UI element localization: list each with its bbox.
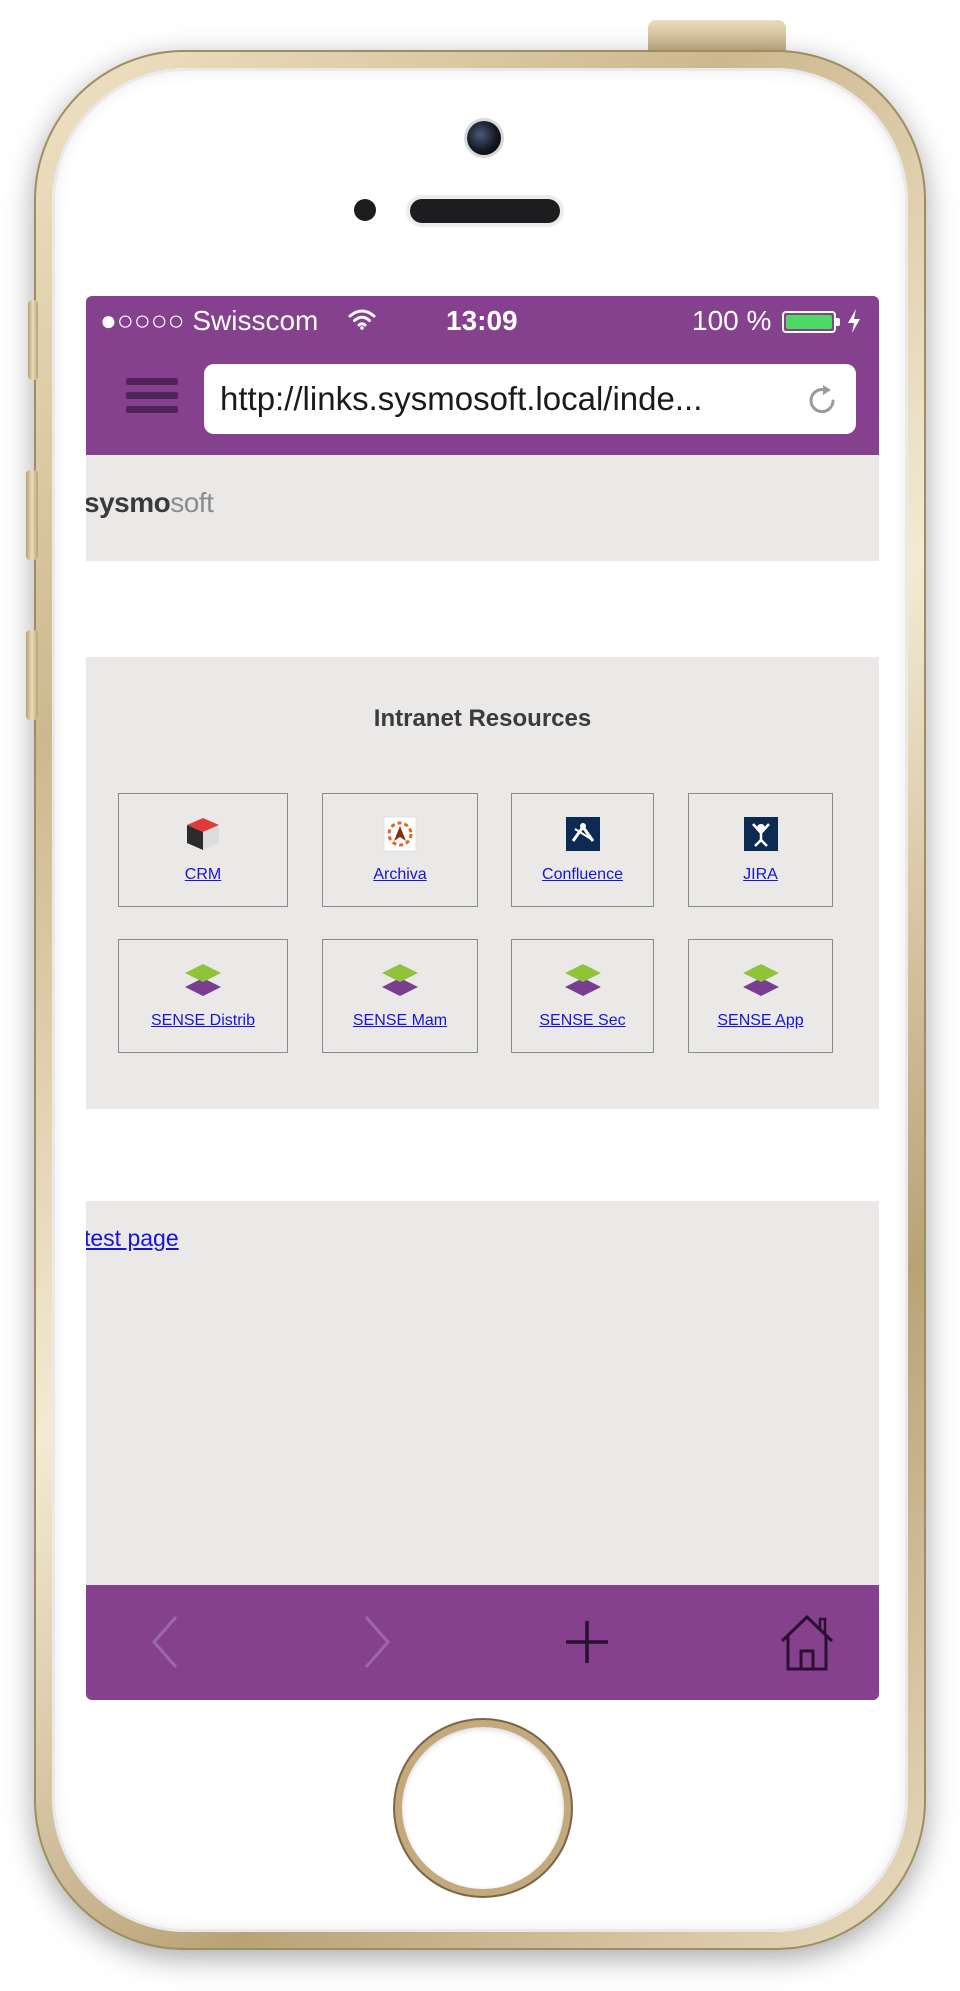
browser-toolbar: http://links.sysmosoft.local/inde... — [86, 348, 879, 455]
earpiece-speaker — [410, 199, 560, 223]
jira-icon — [743, 817, 778, 851]
mute-switch[interactable] — [28, 300, 38, 380]
home-button[interactable] — [402, 1727, 564, 1889]
battery-percent: 100 % — [692, 305, 772, 336]
tile-label: JIRA — [743, 866, 778, 883]
web-page: sysmosoft Intranet Resources CRM Archiva… — [86, 455, 879, 1585]
proximity-sensor — [354, 199, 376, 221]
tile-label: SENSE Distrib — [150, 1012, 256, 1029]
test-page-link[interactable]: test page — [86, 1225, 179, 1252]
volume-down-button[interactable] — [26, 630, 38, 720]
screen: ●○○○○ Swisscom 13:09 100 % http://links.… — [86, 296, 879, 1700]
spacer-band — [86, 561, 879, 657]
tile-label: SENSE Sec — [539, 1012, 626, 1029]
reload-icon[interactable] — [806, 383, 840, 417]
archiva-icon — [383, 816, 417, 852]
sense-layers-icon — [742, 964, 779, 996]
tile-label: Confluence — [542, 866, 623, 883]
front-camera — [467, 121, 501, 155]
intranet-resources-section: Intranet Resources CRM Archiva Confluenc… — [86, 657, 879, 1109]
confluence-icon — [565, 817, 600, 851]
charging-icon — [848, 309, 860, 333]
tile-sense-sec[interactable]: SENSE Sec — [511, 939, 654, 1053]
tile-label: SENSE App — [717, 1012, 804, 1029]
logo-text-light: soft — [170, 487, 214, 518]
battery-icon — [782, 311, 840, 333]
forward-icon[interactable] — [344, 1611, 406, 1673]
browser-bottom-bar — [86, 1585, 879, 1700]
carrier-label: ●○○○○ Swisscom — [100, 305, 319, 336]
tile-archiva[interactable]: Archiva — [322, 793, 478, 907]
url-text: http://links.sysmosoft.local/inde... — [220, 380, 703, 417]
sense-layers-icon — [185, 964, 221, 996]
header-band: sysmosoft — [86, 455, 879, 561]
menu-icon[interactable] — [126, 378, 178, 418]
spacer-band — [86, 1109, 879, 1201]
tile-confluence[interactable]: Confluence — [511, 793, 654, 907]
clock: 13:09 — [446, 305, 518, 336]
logo-text-bold: sysmo — [86, 487, 171, 518]
tile-label: Archiva — [373, 866, 427, 883]
tile-label: SENSE Mam — [352, 1012, 448, 1029]
volume-up-button[interactable] — [26, 470, 38, 560]
tile-crm[interactable]: CRM — [118, 793, 288, 907]
home-icon[interactable] — [776, 1611, 838, 1673]
add-tab-icon[interactable] — [556, 1611, 618, 1673]
tile-sense-distrib[interactable]: SENSE Distrib — [118, 939, 288, 1053]
sense-layers-icon — [564, 964, 601, 996]
url-field[interactable]: http://links.sysmosoft.local/inde... — [204, 364, 856, 434]
sysmosoft-logo[interactable]: sysmosoft — [86, 487, 214, 519]
crm-cube-icon — [187, 818, 219, 850]
tile-sense-mam[interactable]: SENSE Mam — [322, 939, 478, 1053]
power-button[interactable] — [648, 20, 786, 52]
status-bar: ●○○○○ Swisscom 13:09 100 % — [86, 296, 879, 348]
back-icon[interactable] — [136, 1611, 198, 1673]
tile-jira[interactable]: JIRA — [688, 793, 833, 907]
sense-layers-icon — [382, 964, 418, 996]
wifi-icon — [348, 309, 376, 330]
section-title: Intranet Resources — [373, 705, 592, 732]
links-section: test page — [86, 1201, 879, 1585]
tile-label: CRM — [184, 866, 222, 883]
tile-sense-app[interactable]: SENSE App — [688, 939, 833, 1053]
